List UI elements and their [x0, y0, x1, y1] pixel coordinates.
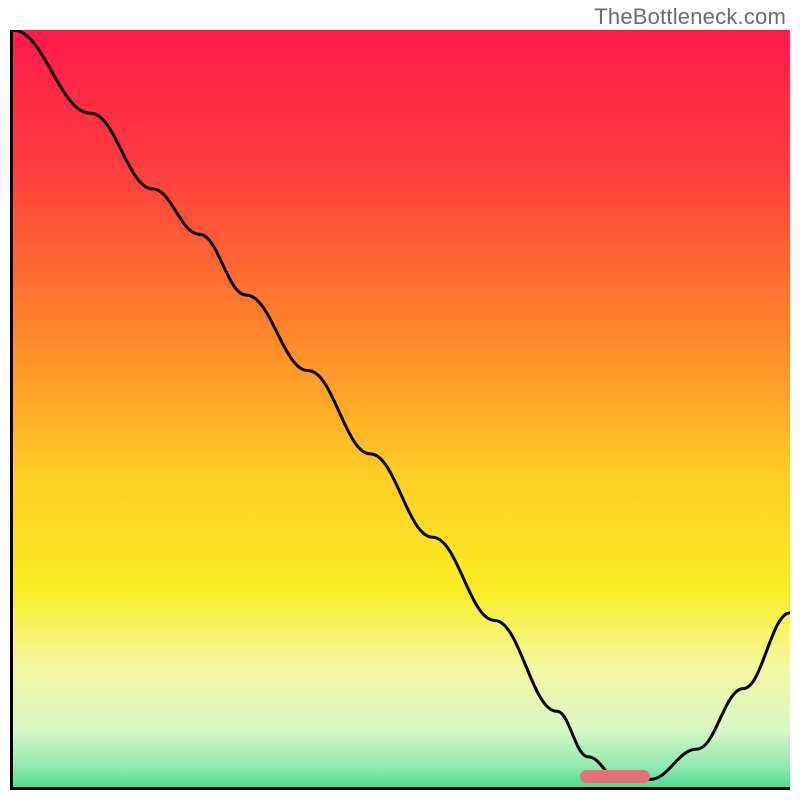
bottleneck-curve: [13, 30, 790, 787]
watermark-text: TheBottleneck.com: [594, 4, 786, 30]
chart-plot-area: [10, 30, 790, 790]
optimal-range-marker: [580, 770, 650, 783]
chart-wrapper: TheBottleneck.com: [0, 0, 800, 800]
